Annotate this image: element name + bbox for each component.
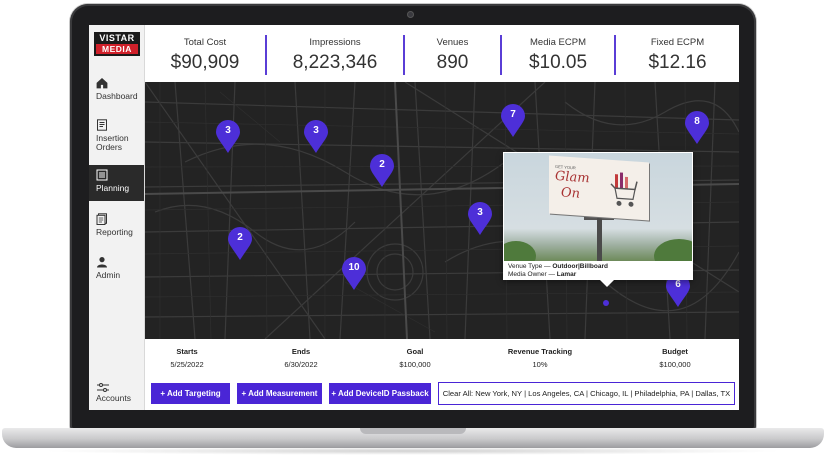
venue-pin[interactable]: 2 xyxy=(227,227,253,261)
detail-value: 10% xyxy=(532,360,548,369)
billboard-photo: GET YOUR Glam On xyxy=(504,153,692,261)
add-measurement-button[interactable]: + Add Measurement xyxy=(237,383,322,404)
stat-value: $90,909 xyxy=(170,52,240,73)
sidebar-item-admin[interactable]: Admin xyxy=(89,252,144,292)
venue-type-label: Venue Type — xyxy=(508,263,551,270)
stat-fixed-ecpm: Fixed ECPM $12.16 xyxy=(616,25,739,82)
pin-count: 2 xyxy=(379,159,385,170)
vistar-media-logo[interactable]: VISTAR MEDIA xyxy=(94,32,140,56)
selected-venue-marker[interactable] xyxy=(603,300,609,306)
detail-value: $100,000 xyxy=(659,360,691,369)
sidebar-item-label: Planning xyxy=(96,183,130,193)
detail-label: Starts xyxy=(176,347,198,356)
venue-pin[interactable]: 10 xyxy=(341,257,367,291)
sidebar-item-planning[interactable]: Planning xyxy=(89,165,144,201)
home-icon xyxy=(96,77,108,89)
billboard-face: GET YOUR Glam On xyxy=(549,155,649,221)
sidebar-item-insertion-orders[interactable]: Insertion Orders xyxy=(89,115,144,161)
venue-type-value: Outdoor|Billboard xyxy=(552,263,608,270)
logo-top-text: VISTAR xyxy=(99,33,135,43)
stat-value: $12.16 xyxy=(648,52,707,73)
sidebar-item-label: Dashboard xyxy=(96,91,138,101)
campaign-stats-bar: Total Cost $90,909 Impressions 8,223,346… xyxy=(145,25,739,83)
stat-media-ecpm: Media ECPM $10.05 xyxy=(502,25,614,82)
tree xyxy=(504,241,536,261)
reports-icon xyxy=(96,213,108,225)
venue-pin[interactable]: 2 xyxy=(369,154,395,188)
stat-impressions: Impressions 8,223,346 xyxy=(267,25,403,82)
venue-pin[interactable]: 8 xyxy=(684,111,710,145)
app-screen: VISTAR MEDIA Dashboard Insertion Orders … xyxy=(89,25,739,410)
pin-count: 3 xyxy=(477,207,483,218)
detail-budget: Budget $100,000 xyxy=(645,347,705,369)
add-targeting-button[interactable]: + Add Targeting xyxy=(151,383,230,404)
detail-goal: Goal $100,000 xyxy=(385,347,445,369)
user-icon xyxy=(96,256,108,268)
venue-popup[interactable]: GET YOUR Glam On Venue Type — Outdoor|Bi… xyxy=(503,152,693,287)
pin-count: 3 xyxy=(225,125,231,136)
camera-icon xyxy=(407,11,414,18)
detail-label: Budget xyxy=(662,347,688,356)
media-owner-line: Media Owner — Lamar xyxy=(508,271,576,278)
sidebar: VISTAR MEDIA Dashboard Insertion Orders … xyxy=(89,25,145,410)
stat-label: Impressions xyxy=(309,37,361,48)
laptop-shadow xyxy=(40,447,786,455)
list-icon xyxy=(96,169,108,181)
venue-pin[interactable]: 3 xyxy=(303,120,329,154)
detail-starts: Starts 5/25/2022 xyxy=(157,347,217,369)
stat-value: 8,223,346 xyxy=(292,52,378,73)
venue-pin[interactable]: 7 xyxy=(500,104,526,138)
popup-arrow xyxy=(600,280,614,287)
laptop-notch xyxy=(360,428,466,434)
venue-map[interactable]: 3 3 2 7 8 3 2 10 6 GET YOUR Glam On Venu… xyxy=(145,82,739,339)
detail-ends: Ends 6/30/2022 xyxy=(271,347,331,369)
pin-count: 8 xyxy=(694,116,700,127)
stat-total-cost: Total Cost $90,909 xyxy=(145,25,265,82)
stat-venues: Venues 890 xyxy=(405,25,500,82)
detail-value: 6/30/2022 xyxy=(284,360,318,369)
media-owner-value: Lamar xyxy=(556,271,577,278)
sidebar-item-reporting[interactable]: Reporting xyxy=(89,209,144,249)
detail-label: Ends xyxy=(291,347,311,356)
billboard-headline: Glam xyxy=(555,168,590,187)
pin-count: 3 xyxy=(313,125,319,136)
pin-count: 10 xyxy=(348,262,360,273)
shopping-cart-icon xyxy=(610,172,638,207)
stat-label: Fixed ECPM xyxy=(650,37,705,48)
sidebar-item-label: Insertion Orders xyxy=(96,133,129,152)
detail-revenue-tracking: Revenue Tracking 10% xyxy=(485,347,595,369)
detail-value: 5/25/2022 xyxy=(170,360,204,369)
detail-label: Goal xyxy=(406,347,424,356)
pin-count: 6 xyxy=(675,279,681,290)
logo-bottom-text: MEDIA xyxy=(96,44,138,54)
venue-type-line: Venue Type — Outdoor|Billboard xyxy=(508,263,608,270)
stat-label: Total Cost xyxy=(183,37,227,48)
sidebar-item-label: Admin xyxy=(96,270,121,280)
detail-label: Revenue Tracking xyxy=(507,347,573,356)
sidebar-item-dashboard[interactable]: Dashboard xyxy=(89,73,144,113)
stat-label: Venues xyxy=(436,37,469,48)
media-owner-label: Media Owner — xyxy=(508,271,555,278)
stat-label: Media ECPM xyxy=(530,37,586,48)
campaign-details: Starts 5/25/2022 Ends 6/30/2022 Goal $10… xyxy=(145,339,739,410)
venue-pin[interactable]: 3 xyxy=(467,202,493,236)
add-deviceid-passback-button[interactable]: + Add DeviceID Passback xyxy=(329,383,431,404)
stat-value: 890 xyxy=(436,52,469,73)
pin-count: 2 xyxy=(237,232,243,243)
sidebar-item-accounts[interactable]: Accounts xyxy=(89,378,144,410)
document-icon xyxy=(96,119,108,131)
tree xyxy=(654,239,692,261)
venue-pin[interactable]: 3 xyxy=(215,120,241,154)
sidebar-item-label: Accounts xyxy=(96,393,131,403)
pin-count: 7 xyxy=(510,109,516,120)
detail-value: $100,000 xyxy=(399,360,431,369)
clear-all-locations[interactable]: Clear All: New York, NY | Los Angeles, C… xyxy=(438,382,735,405)
sidebar-item-label: Reporting xyxy=(96,227,133,237)
stat-value: $10.05 xyxy=(528,52,588,73)
billboard-headline-2: On xyxy=(561,185,581,202)
billboard-pole xyxy=(597,215,602,261)
